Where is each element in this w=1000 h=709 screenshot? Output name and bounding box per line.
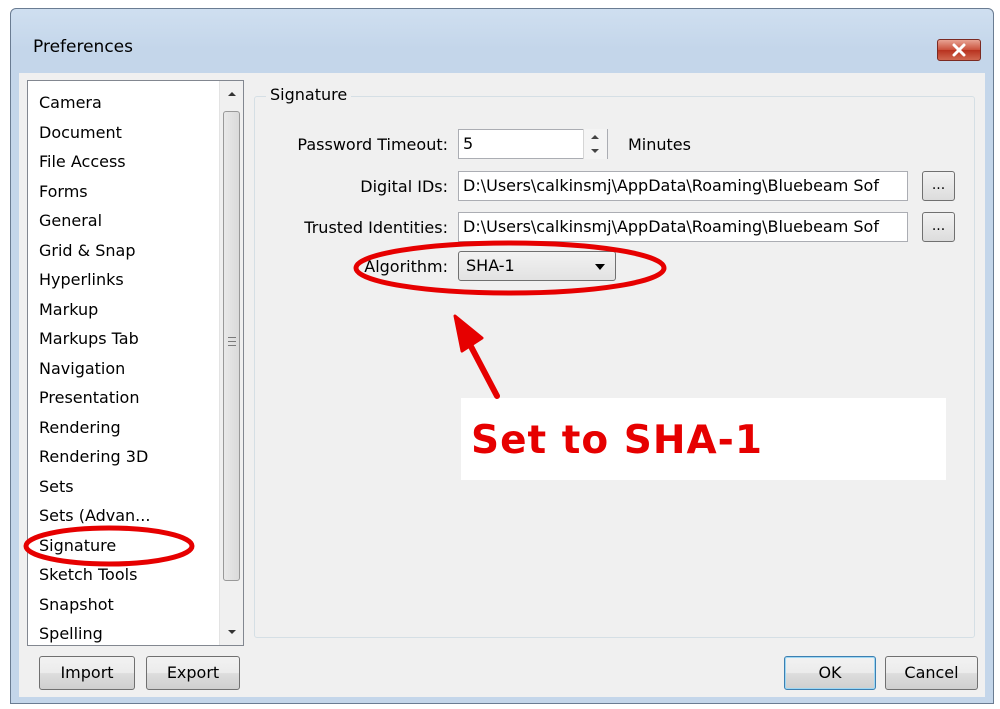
trusted-identities-browse-button[interactable]: ... — [922, 212, 955, 242]
spin-up-button[interactable] — [584, 129, 607, 143]
digital-ids-field[interactable]: D:\Users\calkinsmj\AppData\Roaming\Blueb… — [458, 171, 908, 201]
category-item[interactable]: Markup — [28, 295, 218, 325]
category-list[interactable]: Camera Document File Access Forms General Gri… — [27, 80, 244, 646]
password-timeout-spinner[interactable] — [583, 129, 607, 159]
scroll-up-icon[interactable] — [227, 89, 237, 99]
import-button[interactable]: Import — [39, 656, 135, 690]
category-item[interactable]: File Access — [28, 147, 218, 177]
category-item[interactable]: Spelling — [28, 619, 218, 649]
category-item[interactable]: Camera — [28, 88, 218, 118]
spin-down-icon — [591, 149, 599, 153]
category-items: Camera Document File Access Forms General Gri… — [28, 88, 218, 649]
cancel-button[interactable]: Cancel — [885, 656, 978, 690]
dropdown-arrow-icon — [595, 264, 605, 270]
digital-ids-browse-button[interactable]: ... — [922, 171, 955, 201]
category-item[interactable]: Sets (Advan... — [28, 501, 218, 531]
category-item[interactable]: Rendering 3D — [28, 442, 218, 472]
annotation-text: Set to SHA-1 — [471, 418, 764, 463]
category-item[interactable]: Signature — [28, 531, 218, 561]
trusted-identities-label: Trusted Identities: — [304, 218, 448, 237]
digital-ids-value: D:\Users\calkinsmj\AppData\Roaming\Blueb… — [463, 176, 879, 195]
trusted-identities-field[interactable]: D:\Users\calkinsmj\AppData\Roaming\Blueb… — [458, 212, 908, 242]
trusted-identities-value: D:\Users\calkinsmj\AppData\Roaming\Blueb… — [463, 217, 879, 236]
algorithm-label: Algorithm: — [364, 257, 448, 276]
digital-ids-label: Digital IDs: — [360, 177, 448, 196]
password-timeout-label: Password Timeout: — [297, 135, 448, 154]
category-item[interactable]: Markups Tab — [28, 324, 218, 354]
close-icon — [952, 43, 966, 57]
export-button[interactable]: Export — [146, 656, 240, 690]
annotation-callout: Set to SHA-1 — [461, 398, 946, 480]
category-item[interactable]: Sets — [28, 472, 218, 502]
category-item[interactable]: Hyperlinks — [28, 265, 218, 295]
category-item[interactable]: Navigation — [28, 354, 218, 384]
scroll-down-icon[interactable] — [227, 627, 237, 637]
category-item[interactable]: Snapshot — [28, 590, 218, 620]
window-title: Preferences — [33, 37, 133, 57]
title-bar: Preferences — [11, 9, 993, 73]
category-item[interactable]: General — [28, 206, 218, 236]
category-item[interactable]: Forms — [28, 177, 218, 207]
category-item[interactable]: Document — [28, 118, 218, 148]
algorithm-dropdown[interactable]: SHA-1 — [458, 251, 616, 281]
signature-group-title: Signature — [266, 85, 352, 104]
category-item[interactable]: Sketch Tools — [28, 560, 218, 590]
ok-button[interactable]: OK — [784, 656, 876, 690]
close-button[interactable] — [937, 39, 981, 61]
password-timeout-value: 5 — [463, 134, 474, 153]
category-item[interactable]: Presentation — [28, 383, 218, 413]
password-timeout-unit: Minutes — [628, 135, 691, 154]
category-scrollbar[interactable] — [219, 81, 243, 645]
spin-down-button[interactable] — [584, 143, 607, 157]
category-item[interactable]: Grid & Snap — [28, 236, 218, 266]
category-item[interactable]: Rendering — [28, 413, 218, 443]
algorithm-value: SHA-1 — [466, 256, 515, 275]
scroll-thumb[interactable] — [223, 111, 240, 581]
spin-up-icon — [591, 135, 599, 139]
scroll-grip — [228, 337, 236, 349]
